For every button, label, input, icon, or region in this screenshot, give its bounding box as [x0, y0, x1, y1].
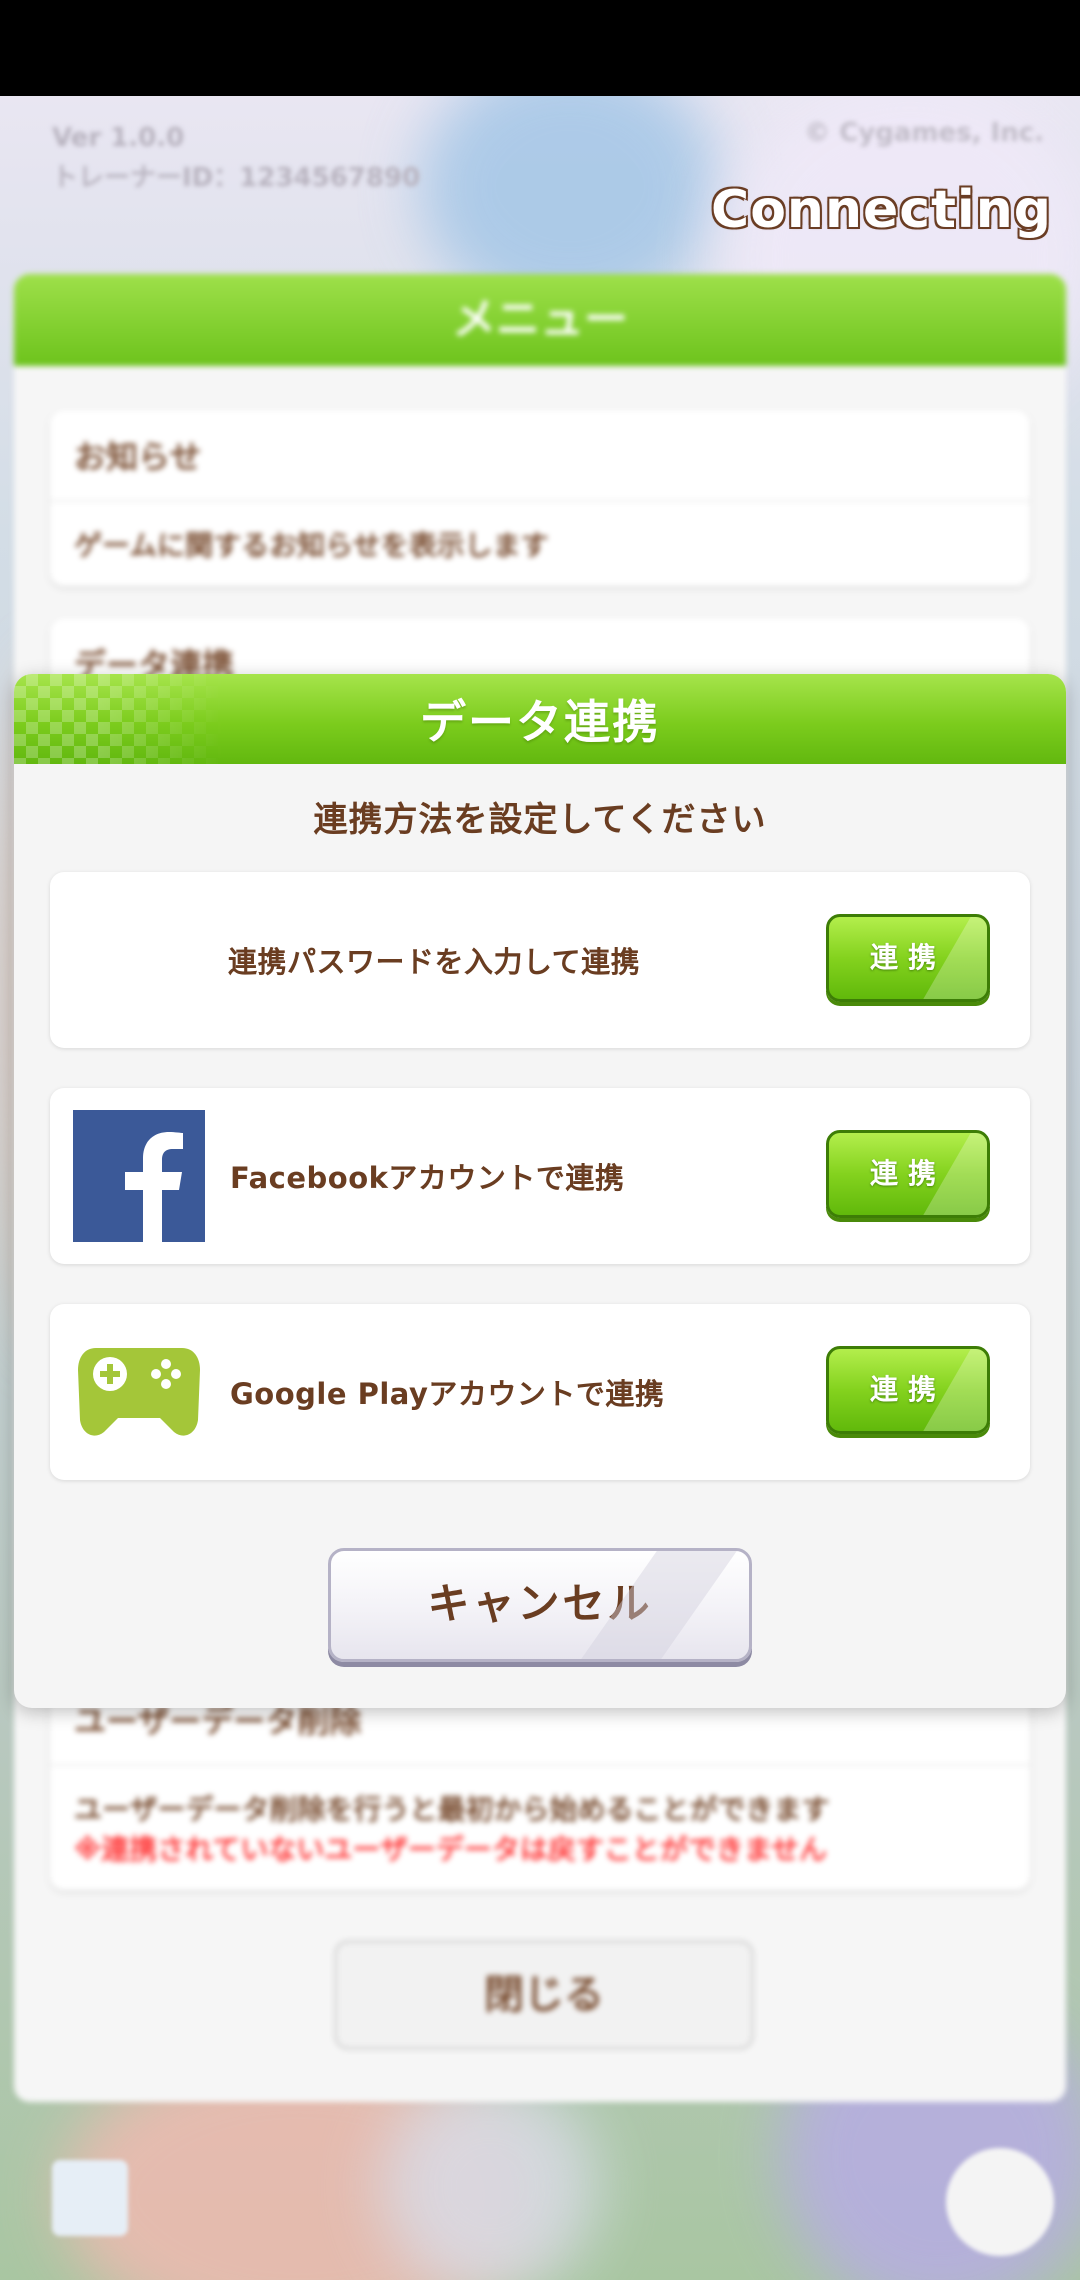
version-info: Ver 1.0.0 トレーナーID：1234567890 — [52, 118, 420, 198]
cancel-button[interactable]: キャンセル — [328, 1548, 752, 1662]
menu-round-button — [946, 2148, 1054, 2256]
dialog-subtitle: 連携方法を設定してください — [313, 800, 767, 840]
password-link-button[interactable]: 連携 — [826, 914, 990, 1002]
google-play-link-button[interactable]: 連携 — [826, 1346, 990, 1434]
card-desc-line: ユーザーデータ削除を行うと最初から始めることができます — [74, 1793, 830, 1826]
status-bar — [0, 0, 1080, 96]
option-facebook-link: Facebookアカウントで連携 連携 — [50, 1088, 1030, 1264]
option-password-link: 連携パスワードを入力して連携 連携 — [50, 872, 1030, 1048]
option-label: Google Playアカウントで連携 — [230, 1377, 665, 1411]
dialog-title: データ連携 — [420, 695, 660, 749]
background-menu-title: メニュー — [14, 274, 1066, 366]
copyright-text: © Cygames, Inc. — [804, 118, 1044, 148]
header-pattern — [14, 674, 224, 764]
card-warning-line: ※連携されていないユーザーデータは戻すことができません — [74, 1833, 827, 1866]
app-logo-icon — [52, 2160, 128, 2236]
trainer-id-text: トレーナーID：1234567890 — [52, 163, 421, 193]
option-label: 連携パスワードを入力して連携 — [228, 945, 641, 979]
background-blur — [380, 2076, 600, 2280]
card-desc: ゲームに関するお知らせを表示します — [74, 529, 549, 562]
data-link-dialog: データ連携 連携方法を設定してください 連携パスワードを入力して連携 連携 Fa… — [14, 674, 1066, 1708]
option-google-play-link: Google Playアカウントで連携 連携 — [50, 1304, 1030, 1480]
option-label: Facebookアカウントで連携 — [230, 1161, 625, 1195]
facebook-link-button[interactable]: 連携 — [826, 1130, 990, 1218]
background-close-button: 閉じる — [334, 1940, 754, 2050]
version-text: Ver 1.0.0 — [52, 123, 185, 153]
card-title: お知らせ — [50, 410, 1030, 502]
card-desc: ユーザーデータ削除を行うと最初から始めることができます ※連携されていないユーザ… — [50, 1766, 1030, 1890]
facebook-icon — [73, 1110, 205, 1242]
background-menu-card: お知らせ ゲームに関するお知らせを表示します — [50, 410, 1030, 586]
google-play-games-icon — [72, 1325, 206, 1459]
dialog-header: データ連携 — [14, 674, 1066, 764]
connecting-status: Connecting — [711, 180, 1052, 240]
facebook-icon-box — [72, 1109, 206, 1243]
